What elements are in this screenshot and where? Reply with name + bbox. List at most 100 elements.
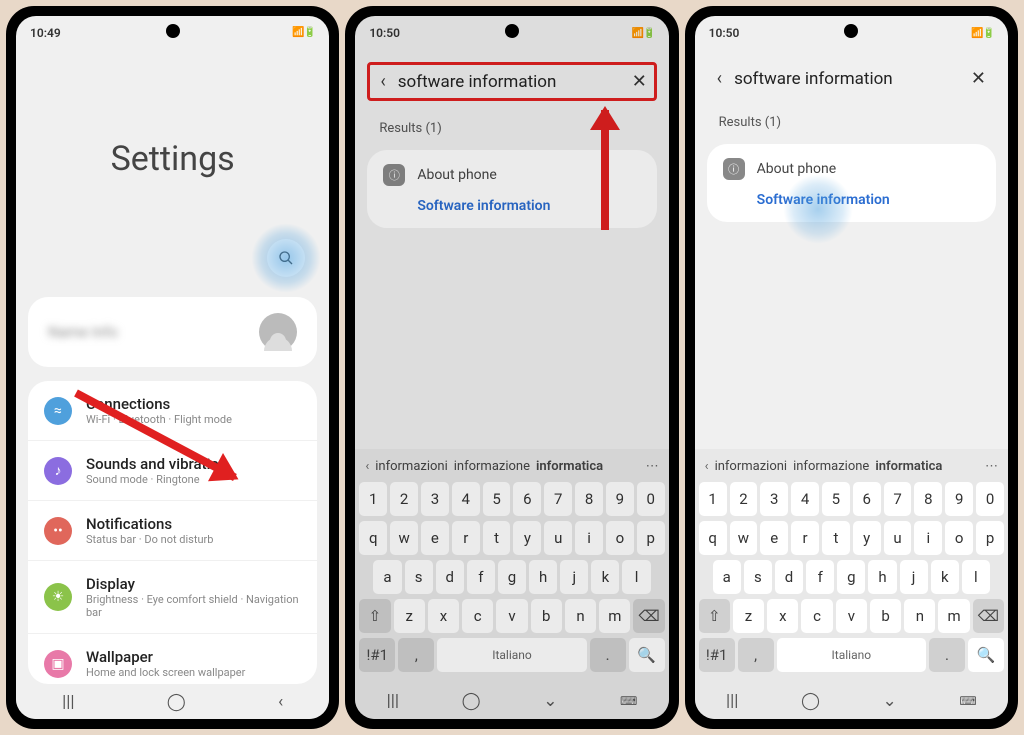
key[interactable]: i — [575, 521, 603, 555]
key[interactable]: b — [870, 599, 901, 633]
result-card[interactable]: ⓘAbout phone Software information — [707, 144, 996, 222]
key[interactable]: j — [560, 560, 588, 594]
key[interactable]: z — [394, 599, 425, 633]
key[interactable]: c — [462, 599, 493, 633]
shift-key[interactable]: ⇧ — [359, 599, 390, 633]
key[interactable]: k — [931, 560, 959, 594]
key[interactable]: s — [405, 560, 433, 594]
key[interactable]: a — [713, 560, 741, 594]
key[interactable]: 3 — [760, 482, 788, 516]
shift-key[interactable]: ⇧ — [699, 599, 730, 633]
key[interactable]: 1 — [699, 482, 727, 516]
search-key[interactable]: 🔍 — [629, 638, 665, 672]
key[interactable]: 5 — [483, 482, 511, 516]
result-card[interactable]: ⓘAbout phone Software information — [367, 150, 656, 228]
space-key[interactable]: Italiano — [777, 638, 926, 672]
key[interactable]: a — [373, 560, 401, 594]
key[interactable]: z — [733, 599, 764, 633]
key[interactable]: n — [904, 599, 935, 633]
key[interactable]: q — [359, 521, 387, 555]
key[interactable]: d — [436, 560, 464, 594]
key[interactable]: r — [452, 521, 480, 555]
key[interactable]: o — [606, 521, 634, 555]
key[interactable]: p — [637, 521, 665, 555]
back-icon[interactable]: ‹ — [278, 692, 283, 712]
profile-card[interactable]: Name Info — [28, 297, 317, 367]
key[interactable]: 0 — [976, 482, 1004, 516]
key[interactable]: 0 — [637, 482, 665, 516]
key[interactable]: 4 — [791, 482, 819, 516]
search-key[interactable]: 🔍 — [968, 638, 1004, 672]
key[interactable]: 9 — [606, 482, 634, 516]
key[interactable]: 8 — [575, 482, 603, 516]
search-button[interactable] — [267, 239, 305, 277]
key[interactable]: l — [962, 560, 990, 594]
key[interactable]: u — [884, 521, 912, 555]
key[interactable]: q — [699, 521, 727, 555]
key[interactable]: 5 — [822, 482, 850, 516]
back-icon[interactable]: ‹ — [380, 71, 385, 92]
key[interactable]: 1 — [359, 482, 387, 516]
settings-item[interactable]: ☀ Display Brightness · Eye comfort shiel… — [28, 560, 317, 633]
symbols-key[interactable]: !#1 — [699, 638, 735, 672]
key[interactable]: v — [496, 599, 527, 633]
recents-icon[interactable]: ||| — [62, 692, 74, 712]
backspace-key[interactable]: ⌫ — [633, 599, 664, 633]
key[interactable]: d — [775, 560, 803, 594]
key[interactable]: l — [622, 560, 650, 594]
key[interactable]: r — [791, 521, 819, 555]
backspace-key[interactable]: ⌫ — [973, 599, 1004, 633]
key[interactable]: w — [390, 521, 418, 555]
key[interactable]: 7 — [544, 482, 572, 516]
key[interactable]: h — [868, 560, 896, 594]
back-icon[interactable]: ‹ — [717, 68, 722, 89]
search-input[interactable] — [734, 69, 959, 89]
key[interactable]: p — [976, 521, 1004, 555]
key[interactable]: f — [467, 560, 495, 594]
key[interactable]: t — [822, 521, 850, 555]
key[interactable]: y — [513, 521, 541, 555]
key[interactable]: w — [730, 521, 758, 555]
key[interactable]: h — [529, 560, 557, 594]
key[interactable]: s — [744, 560, 772, 594]
key[interactable]: o — [945, 521, 973, 555]
about-phone-icon: ⓘ — [383, 164, 405, 186]
key[interactable]: 6 — [853, 482, 881, 516]
key[interactable]: 3 — [421, 482, 449, 516]
key[interactable]: b — [531, 599, 562, 633]
key[interactable]: x — [428, 599, 459, 633]
search-input[interactable] — [398, 72, 620, 92]
key[interactable]: f — [806, 560, 834, 594]
clear-icon[interactable]: ✕ — [632, 71, 647, 92]
space-key[interactable]: Italiano — [437, 638, 586, 672]
key[interactable]: m — [599, 599, 630, 633]
key[interactable]: v — [836, 599, 867, 633]
key[interactable]: 6 — [513, 482, 541, 516]
key[interactable]: e — [421, 521, 449, 555]
key[interactable]: j — [900, 560, 928, 594]
key[interactable]: y — [853, 521, 881, 555]
key[interactable]: 4 — [452, 482, 480, 516]
settings-item[interactable]: ▣ Wallpaper Home and lock screen wallpap… — [28, 633, 317, 684]
home-icon[interactable]: ◯ — [167, 692, 186, 712]
key[interactable]: x — [767, 599, 798, 633]
key[interactable]: 8 — [914, 482, 942, 516]
key[interactable]: c — [801, 599, 832, 633]
settings-item[interactable]: ≈ Connections Wi-Fi · Bluetooth · Flight… — [28, 381, 317, 440]
key[interactable]: 2 — [730, 482, 758, 516]
key[interactable]: u — [544, 521, 572, 555]
key[interactable]: g — [837, 560, 865, 594]
key[interactable]: e — [760, 521, 788, 555]
key[interactable]: 2 — [390, 482, 418, 516]
key[interactable]: n — [565, 599, 596, 633]
key[interactable]: t — [483, 521, 511, 555]
key[interactable]: i — [914, 521, 942, 555]
key[interactable]: g — [498, 560, 526, 594]
key[interactable]: 7 — [884, 482, 912, 516]
symbols-key[interactable]: !#1 — [359, 638, 395, 672]
clear-icon[interactable]: ✕ — [971, 68, 986, 89]
key[interactable]: m — [938, 599, 969, 633]
key[interactable]: k — [591, 560, 619, 594]
settings-item[interactable]: •• Notifications Status bar · Do not dis… — [28, 500, 317, 560]
key[interactable]: 9 — [945, 482, 973, 516]
